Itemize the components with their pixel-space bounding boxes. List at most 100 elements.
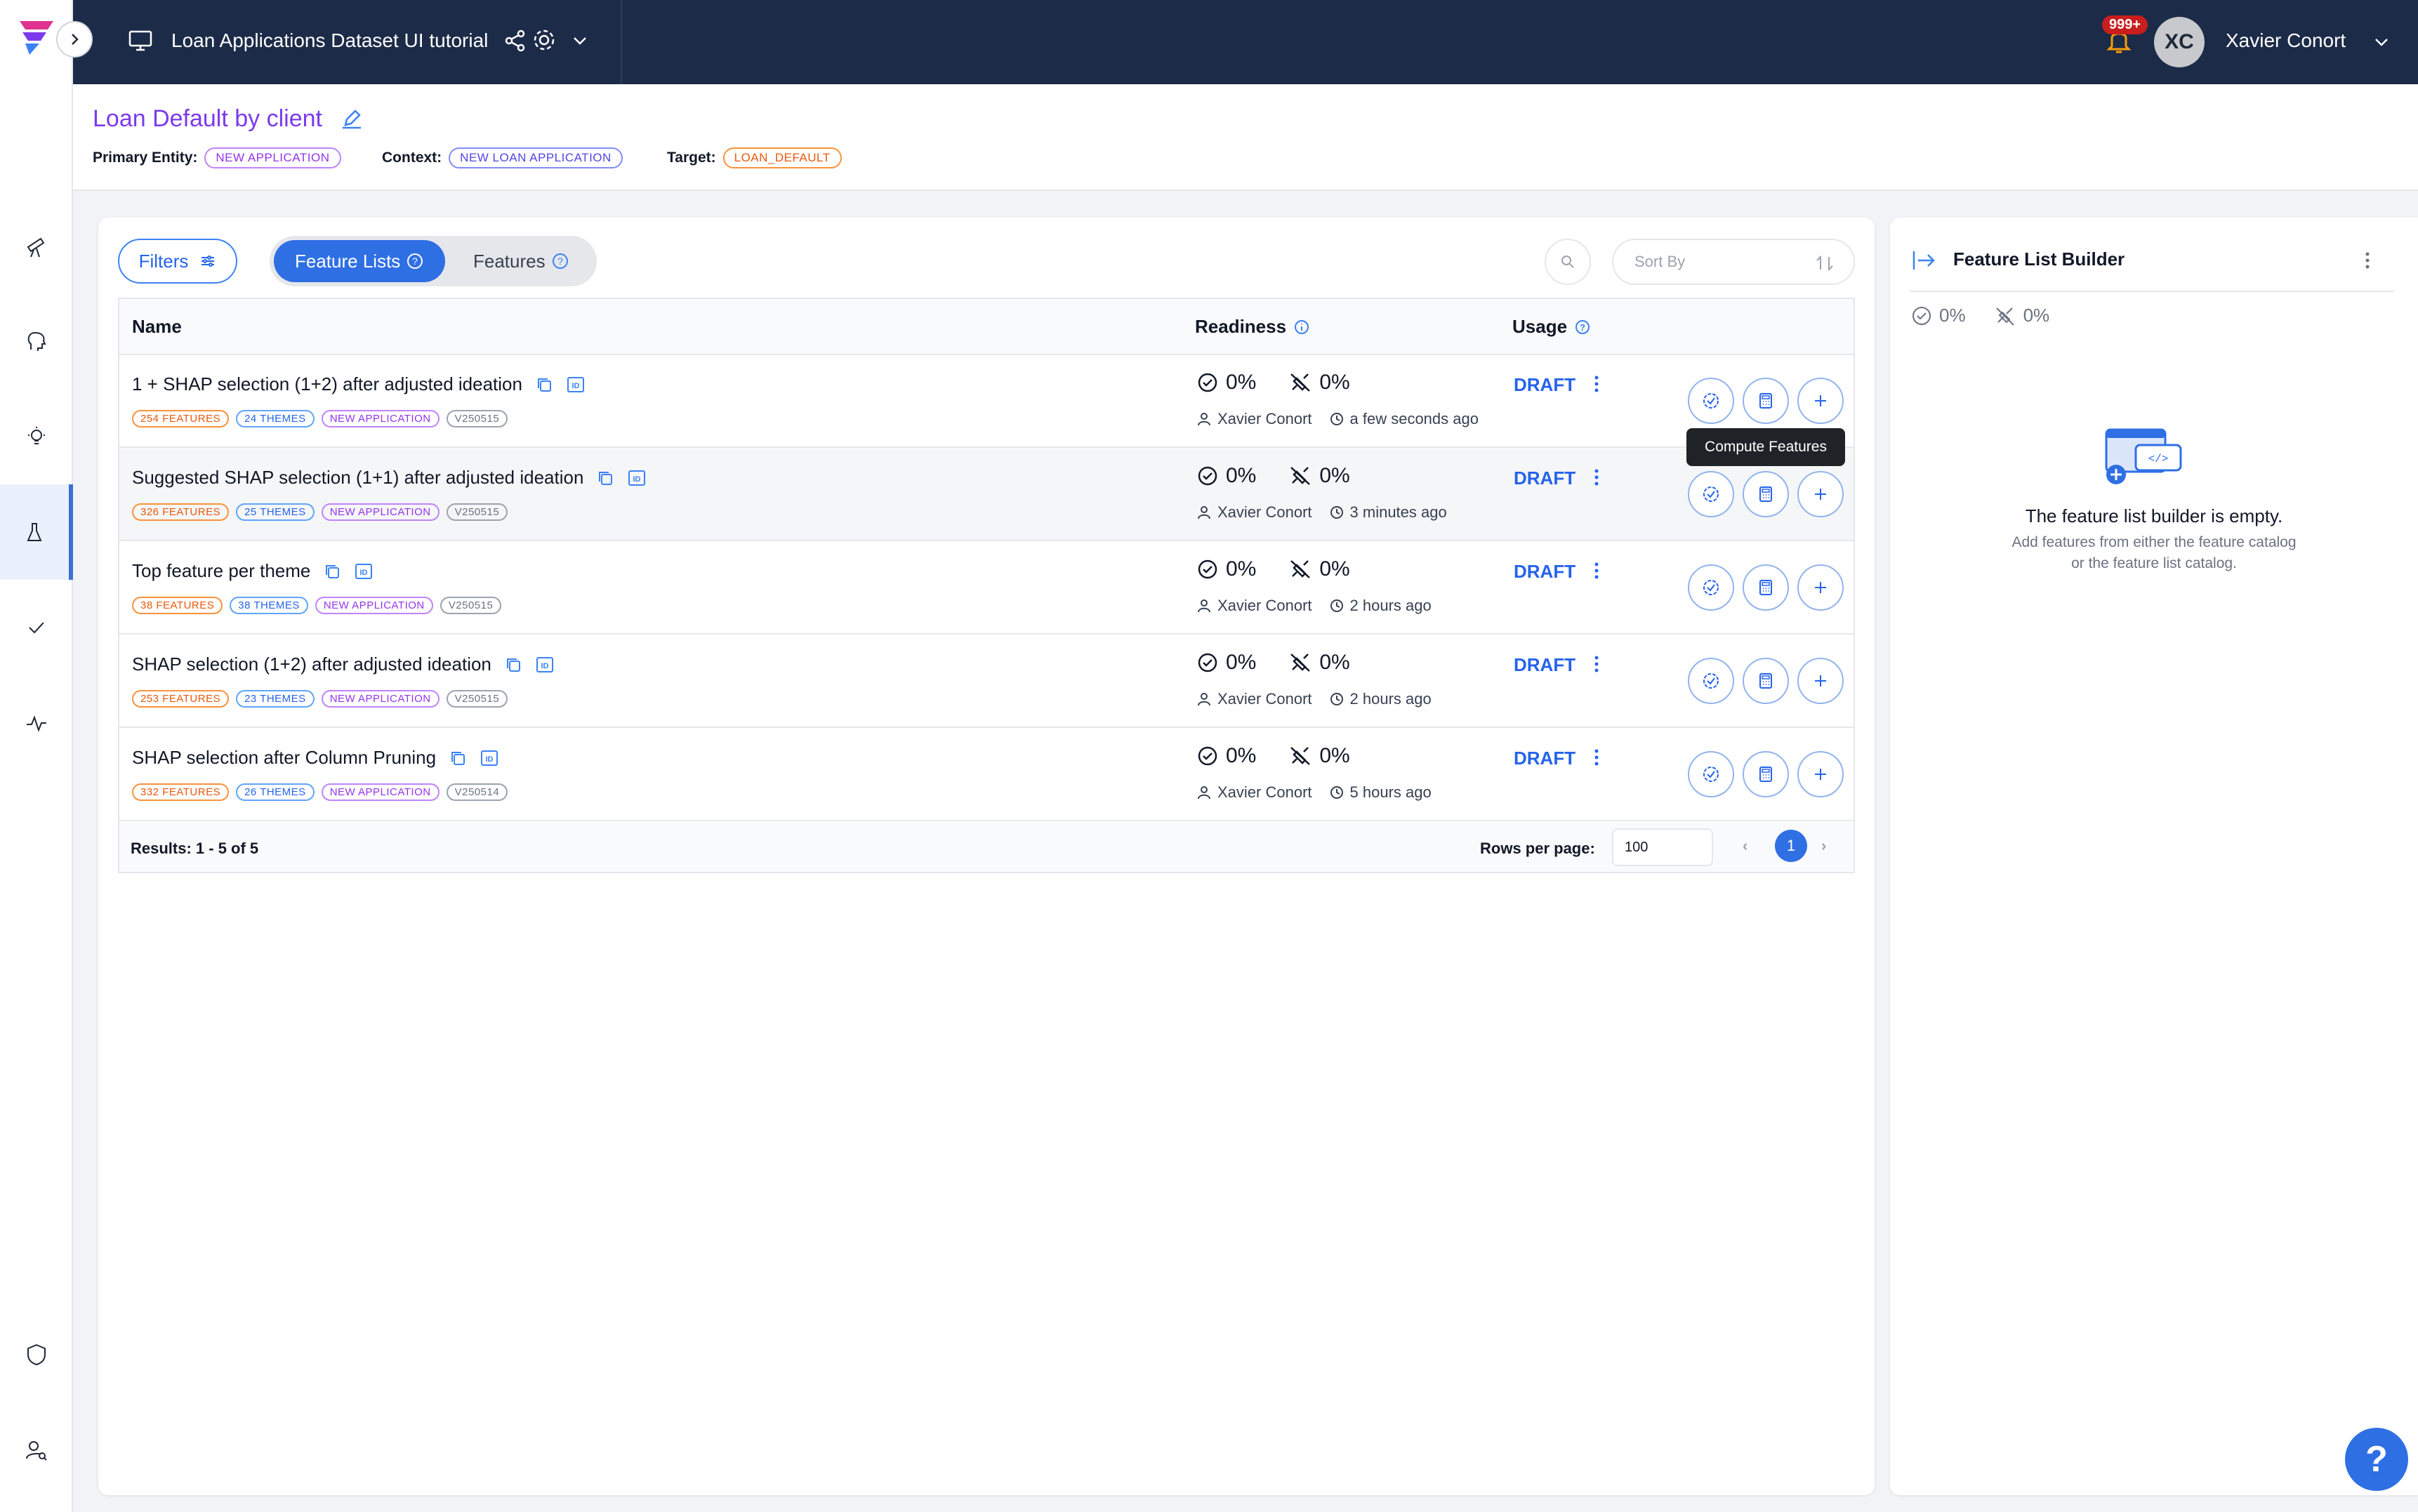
readiness-stats: 0% 0% bbox=[1196, 371, 1350, 394]
copy-icon[interactable] bbox=[449, 749, 467, 767]
svg-text:</>: </> bbox=[2148, 453, 2169, 465]
rows-per-page-select[interactable]: 100 bbox=[1612, 828, 1713, 866]
id-icon[interactable]: ID bbox=[480, 748, 499, 768]
author-name: Xavier Conort bbox=[1217, 503, 1312, 521]
next-page-icon[interactable]: › bbox=[1821, 837, 1826, 855]
status-text: DRAFT bbox=[1514, 373, 1576, 395]
share-icon[interactable] bbox=[503, 28, 528, 53]
feature-list-name[interactable]: SHAP selection (1+2) after adjusted idea… bbox=[132, 654, 555, 675]
row-meta: Xavier Conort 5 hours ago bbox=[1196, 783, 1432, 802]
collapse-panel-icon[interactable] bbox=[1911, 248, 1938, 272]
id-icon[interactable]: ID bbox=[354, 562, 374, 581]
help-button[interactable]: ? bbox=[2345, 1428, 2408, 1491]
filters-button[interactable]: Filters bbox=[118, 239, 237, 284]
id-icon[interactable]: ID bbox=[566, 375, 586, 394]
logo-icon[interactable] bbox=[15, 15, 58, 58]
kebab-icon[interactable] bbox=[2360, 248, 2374, 272]
feature-list-name[interactable]: Suggested SHAP selection (1+1) after adj… bbox=[132, 467, 647, 489]
compute-features-button[interactable] bbox=[1688, 378, 1734, 424]
row-tags: 253 FEATURES 23 THEMES NEW APPLICATION V… bbox=[132, 690, 508, 708]
user-menu-chevron-icon[interactable] bbox=[2372, 32, 2391, 52]
deploy-button[interactable] bbox=[1743, 751, 1789, 797]
copy-icon[interactable] bbox=[504, 656, 522, 674]
prev-page-icon[interactable]: ‹ bbox=[1743, 837, 1748, 855]
nav-users[interactable] bbox=[0, 1402, 73, 1498]
column-readiness-label: Readiness bbox=[1195, 316, 1287, 337]
help-circle-icon: ? bbox=[407, 253, 423, 269]
entity-chip: NEW APPLICATION bbox=[315, 597, 433, 614]
add-to-builder-button[interactable] bbox=[1797, 751, 1844, 797]
deploy-button[interactable] bbox=[1743, 564, 1789, 611]
sliders-icon bbox=[202, 256, 215, 267]
id-icon[interactable]: ID bbox=[535, 655, 555, 675]
nav-explore[interactable] bbox=[0, 198, 73, 293]
status-text: DRAFT bbox=[1514, 747, 1576, 769]
expand-sidebar-button[interactable] bbox=[56, 21, 93, 58]
add-to-builder-button[interactable] bbox=[1797, 378, 1844, 424]
gear-icon[interactable] bbox=[531, 27, 557, 53]
deploy-button[interactable] bbox=[1743, 471, 1789, 517]
add-to-builder-button[interactable] bbox=[1797, 564, 1844, 611]
kebab-icon[interactable] bbox=[1592, 373, 1601, 396]
features-count-chip: 253 FEATURES bbox=[132, 690, 230, 708]
add-to-builder-button[interactable] bbox=[1797, 658, 1844, 704]
deploy-button[interactable] bbox=[1743, 378, 1789, 424]
table-row[interactable]: Suggested SHAP selection (1+1) after adj… bbox=[119, 449, 1854, 541]
table-row[interactable]: Top feature per theme ID 38 FEATURES 38 … bbox=[119, 542, 1854, 635]
kebab-icon[interactable] bbox=[1592, 560, 1601, 583]
svg-text:?: ? bbox=[412, 256, 418, 267]
project-selector[interactable]: Loan Applications Dataset UI tutorial bbox=[73, 0, 622, 84]
compute-features-button[interactable] bbox=[1688, 471, 1734, 517]
themes-count-chip: 23 THEMES bbox=[236, 690, 315, 708]
column-name[interactable]: Name bbox=[132, 316, 182, 338]
copy-icon[interactable] bbox=[535, 376, 553, 394]
kebab-icon[interactable] bbox=[1592, 467, 1601, 489]
compute-features-button[interactable] bbox=[1688, 564, 1734, 611]
avatar[interactable]: XC bbox=[2154, 17, 2205, 67]
nav-experiment[interactable] bbox=[0, 484, 73, 580]
table-row[interactable]: 1 + SHAP selection (1+2) after adjusted … bbox=[119, 355, 1854, 448]
user-name[interactable]: Xavier Conort bbox=[2226, 29, 2346, 52]
id-icon[interactable]: ID bbox=[627, 468, 647, 488]
chevron-down-icon[interactable] bbox=[570, 31, 590, 51]
tab-feature-lists[interactable]: Feature Lists ? bbox=[274, 240, 446, 282]
filters-label: Filters bbox=[138, 250, 189, 272]
updated-time: 5 hours ago bbox=[1349, 783, 1432, 801]
compute-features-button[interactable] bbox=[1688, 751, 1734, 797]
nav-approve[interactable] bbox=[0, 580, 73, 675]
sort-by-select[interactable]: Sort By bbox=[1612, 239, 1855, 285]
context: Context: NEW LOAN APPLICATION bbox=[382, 147, 623, 168]
column-usage[interactable]: Usage ? bbox=[1512, 316, 1591, 338]
nav-monitor[interactable] bbox=[0, 675, 73, 771]
feature-list-name[interactable]: Top feature per theme ID bbox=[132, 560, 374, 582]
compute-features-button[interactable] bbox=[1688, 658, 1734, 704]
table-row[interactable]: SHAP selection after Column Pruning ID 3… bbox=[119, 729, 1854, 821]
copy-icon[interactable] bbox=[323, 562, 341, 581]
tab-features[interactable]: Features ? bbox=[452, 240, 590, 282]
feature-list-name[interactable]: SHAP selection after Column Pruning ID bbox=[132, 747, 499, 769]
tab-feature-lists-label: Feature Lists bbox=[295, 250, 401, 272]
copy-icon[interactable] bbox=[596, 469, 614, 487]
table-row[interactable]: SHAP selection (1+2) after adjusted idea… bbox=[119, 635, 1854, 728]
page-button[interactable]: 1 bbox=[1775, 830, 1807, 862]
nav-ideation[interactable] bbox=[0, 293, 73, 389]
kebab-icon[interactable] bbox=[1592, 747, 1601, 769]
author-name: Xavier Conort bbox=[1217, 410, 1312, 427]
plus-icon bbox=[1815, 675, 1826, 687]
column-readiness[interactable]: Readiness bbox=[1195, 316, 1310, 338]
shield-icon bbox=[27, 1344, 46, 1366]
deploy-button[interactable] bbox=[1743, 658, 1789, 704]
feature-list-name-text: Suggested SHAP selection (1+1) after adj… bbox=[132, 467, 584, 488]
features-count-chip: 332 FEATURES bbox=[132, 783, 230, 801]
search-button[interactable] bbox=[1545, 239, 1591, 285]
nav-ideas[interactable] bbox=[0, 389, 73, 484]
kebab-icon[interactable] bbox=[1592, 654, 1601, 676]
add-to-builder-button[interactable] bbox=[1797, 471, 1844, 517]
edit-icon[interactable] bbox=[340, 107, 364, 131]
builder-online: 0% bbox=[2023, 305, 2050, 326]
calculator-icon bbox=[1759, 393, 1772, 409]
feature-list-name[interactable]: 1 + SHAP selection (1+2) after adjusted … bbox=[132, 373, 586, 395]
nav-admin[interactable] bbox=[0, 1307, 73, 1402]
calculator-icon bbox=[1759, 486, 1772, 502]
check-circle-icon bbox=[1198, 466, 1217, 486]
